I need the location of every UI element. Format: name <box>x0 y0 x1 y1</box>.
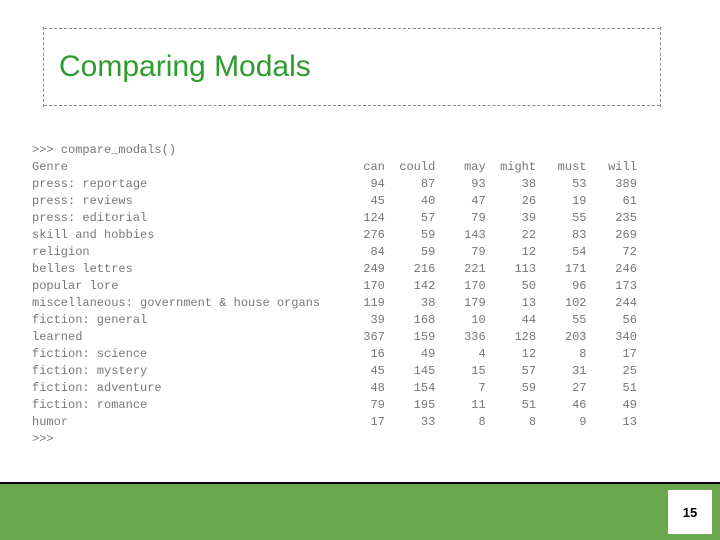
title-box: Comparing Modals <box>44 28 660 106</box>
slide: Comparing Modals >>> compare_modals() Ge… <box>0 0 720 540</box>
footer-bar: 15 <box>0 482 720 540</box>
page-number-box: 15 <box>668 490 712 534</box>
slide-title: Comparing Modals <box>59 50 311 84</box>
code-output: >>> compare_modals() Genre can could may… <box>32 142 637 448</box>
page-number: 15 <box>683 505 697 520</box>
